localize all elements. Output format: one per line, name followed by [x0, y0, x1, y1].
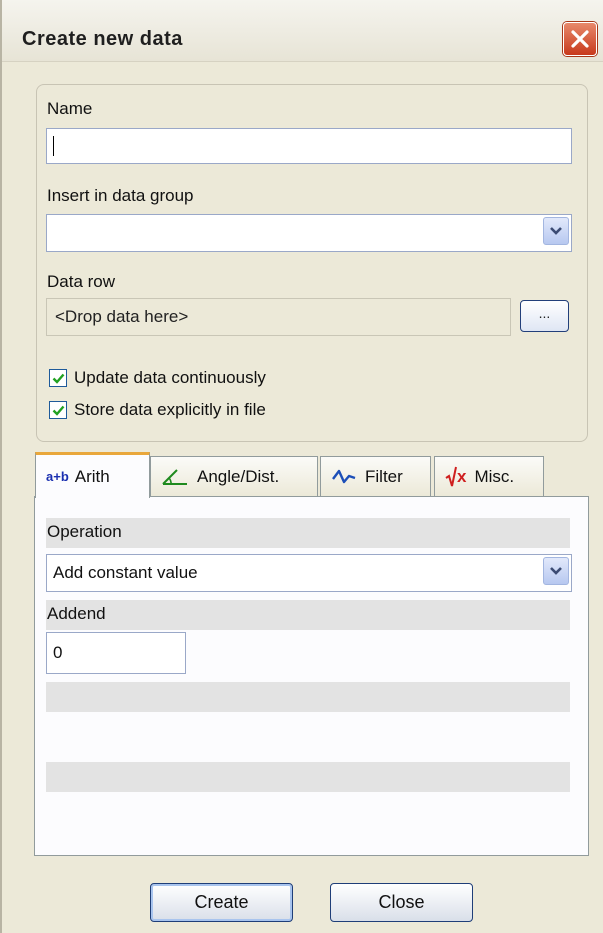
close-button[interactable]: Close — [330, 883, 473, 922]
empty-row-bar — [46, 762, 570, 792]
tab-arith[interactable]: a+b Arith — [35, 452, 150, 498]
operation-value: Add constant value — [53, 563, 198, 582]
data-group-dropdown-button[interactable] — [543, 217, 569, 245]
checkmark-icon — [52, 373, 64, 384]
addend-input[interactable]: 0 — [46, 632, 186, 674]
operation-select[interactable]: Add constant value — [46, 554, 572, 592]
tab-angle-dist[interactable]: Angle/Dist. — [150, 456, 318, 496]
name-label: Name — [47, 99, 93, 118]
addend-row-bg — [46, 600, 570, 630]
text-caret — [53, 136, 54, 156]
operation-row-bg — [46, 518, 570, 548]
angle-icon — [161, 467, 189, 487]
data-group-label: Insert in data group — [47, 186, 194, 205]
create-button[interactable]: Create — [150, 883, 293, 922]
operation-label: Operation — [47, 522, 122, 541]
sqrt-icon: x — [445, 466, 466, 488]
store-explicitly-option[interactable]: Store data explicitly in file — [49, 398, 266, 422]
title-bar[interactable]: Create new data — [2, 0, 603, 62]
window-title: Create new data — [22, 28, 183, 50]
name-input[interactable] — [46, 128, 572, 164]
empty-row-bar — [46, 682, 570, 712]
arith-tab-panel — [34, 496, 589, 856]
addend-label: Addend — [47, 604, 106, 623]
tab-filter[interactable]: Filter — [320, 456, 431, 496]
close-window-button[interactable] — [563, 22, 597, 56]
data-group-select[interactable] — [46, 214, 572, 252]
operation-dropdown-button[interactable] — [543, 557, 569, 585]
filter-wave-icon — [331, 467, 357, 487]
update-continuously-checkbox[interactable] — [49, 369, 67, 387]
tab-misc[interactable]: x Misc. — [434, 456, 544, 496]
data-row-label: Data row — [47, 272, 116, 291]
data-row-drop-field[interactable]: <Drop data here> — [46, 298, 511, 336]
data-row-placeholder: <Drop data here> — [55, 307, 189, 326]
close-icon — [571, 30, 589, 48]
update-continuously-option[interactable]: Update data continuously — [49, 366, 266, 390]
dialog-window: Create new data Name Insert in data grou… — [0, 0, 603, 933]
chevron-down-icon — [550, 227, 562, 235]
checkmark-icon — [52, 405, 64, 416]
browse-data-row-button[interactable]: ... — [520, 300, 569, 332]
arith-icon: a+b — [46, 469, 69, 484]
store-explicitly-checkbox[interactable] — [49, 401, 67, 419]
chevron-down-icon — [550, 567, 562, 575]
